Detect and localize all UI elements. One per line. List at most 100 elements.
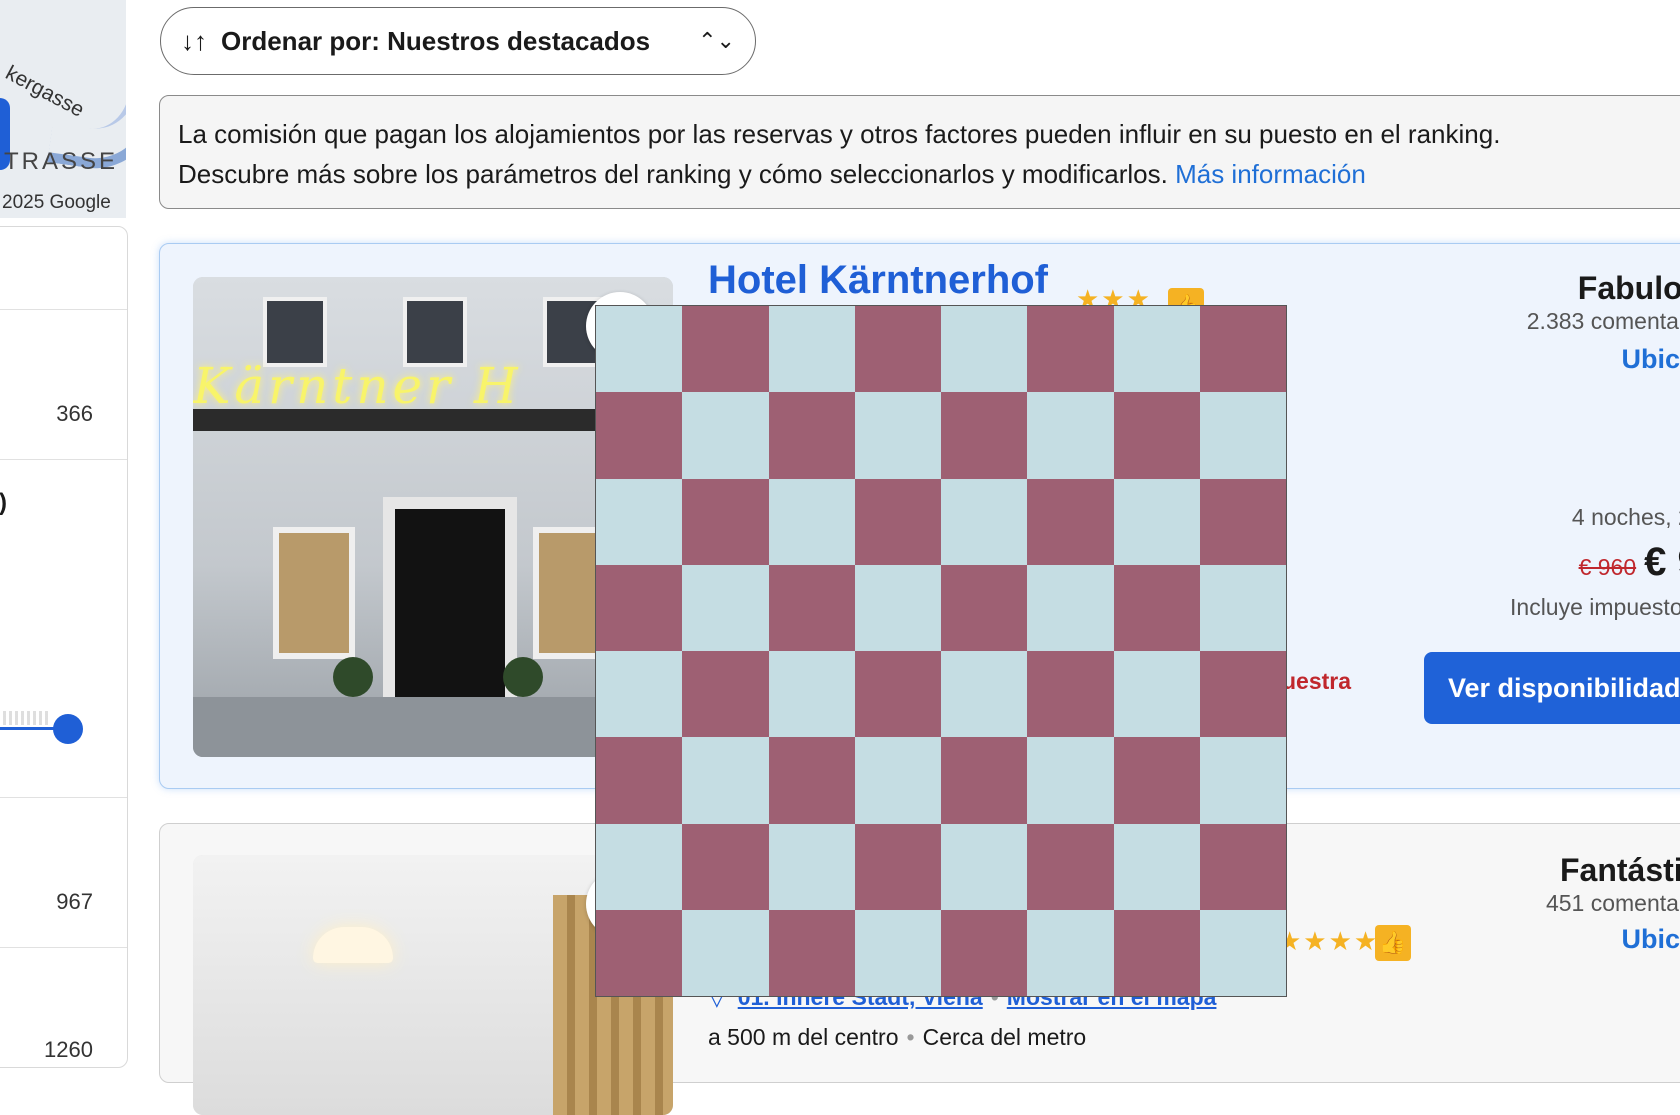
checker-cell bbox=[596, 737, 683, 824]
checker-cell bbox=[941, 909, 1028, 996]
checker-cell bbox=[854, 651, 941, 738]
filter-sidebar: 366 ) 967 1260 bbox=[0, 226, 128, 1068]
checker-cell bbox=[1027, 564, 1114, 651]
filter-count: 967 bbox=[56, 889, 93, 914]
location-score[interactable]: Ubicació bbox=[1621, 924, 1680, 955]
checker-cell bbox=[596, 306, 683, 393]
plant-pot bbox=[503, 657, 543, 697]
checker-cell bbox=[1027, 823, 1114, 910]
checker-cell bbox=[682, 478, 769, 565]
checker-cell bbox=[1027, 651, 1114, 738]
checker-cell bbox=[1113, 909, 1200, 996]
checker-cell bbox=[768, 737, 855, 824]
property-title[interactable]: Hotel Kärntnerhof bbox=[708, 258, 1048, 303]
checker-cell bbox=[854, 737, 941, 824]
checker-cell bbox=[596, 564, 683, 651]
deal-badge: uestra bbox=[1282, 668, 1352, 694]
thumbs-up-icon: 👍 bbox=[1375, 925, 1411, 961]
checker-cell bbox=[682, 651, 769, 738]
separator-dot: • bbox=[906, 1024, 915, 1050]
checker-cell bbox=[768, 651, 855, 738]
filter-count: 1260 bbox=[44, 1037, 93, 1062]
filter-divider bbox=[0, 459, 127, 460]
checker-cell bbox=[768, 564, 855, 651]
checker-cell bbox=[854, 392, 941, 479]
checker-cell bbox=[1027, 478, 1114, 565]
stay-duration: 4 noches, 2 a bbox=[1571, 504, 1680, 530]
checker-cell bbox=[1199, 306, 1286, 393]
checker-cell bbox=[1027, 392, 1114, 479]
checkerboard-overlay bbox=[595, 305, 1287, 997]
checker-cell bbox=[596, 909, 683, 996]
taxes-note: Incluye impuestos y bbox=[1510, 594, 1680, 620]
price-slider-handle[interactable] bbox=[53, 714, 83, 744]
notice-line-1: La comisión que pagan los alojamientos p… bbox=[178, 119, 1501, 149]
checker-cell bbox=[941, 478, 1028, 565]
star-rating: ★★★★ bbox=[1278, 926, 1380, 956]
checker-cell bbox=[941, 823, 1028, 910]
checker-cell bbox=[768, 478, 855, 565]
checker-cell bbox=[1199, 909, 1286, 996]
checker-cell bbox=[682, 564, 769, 651]
review-count: 2.383 comentarios bbox=[1526, 308, 1680, 334]
filter-divider bbox=[0, 947, 127, 948]
checker-cell bbox=[1113, 306, 1200, 393]
review-score-word: Fabuloso bbox=[1577, 270, 1680, 306]
checker-cell bbox=[941, 564, 1028, 651]
see-availability-button[interactable]: Ver disponibilidad bbox=[1424, 652, 1680, 724]
ceiling-lamp bbox=[313, 927, 393, 963]
checker-cell bbox=[854, 823, 941, 910]
notice-text: Descubre más sobre los parámetros del ra… bbox=[178, 159, 1168, 189]
review-count: 451 comentarios bbox=[1545, 890, 1680, 916]
checker-cell bbox=[854, 564, 941, 651]
sort-dropdown[interactable]: ↓↑ Ordenar por: Nuestros destacados ⌃⌄ bbox=[160, 7, 756, 75]
filter-count: 366 bbox=[56, 401, 93, 426]
original-price: € 960 bbox=[1578, 554, 1637, 580]
notice-line-2: Descubre más sobre los parámetros del ra… bbox=[178, 154, 1680, 194]
facade-window bbox=[273, 527, 355, 659]
price-row: € 960 € 91 bbox=[1579, 540, 1680, 585]
chevron-up-down-icon: ⌃⌄ bbox=[698, 28, 735, 53]
checker-cell bbox=[682, 909, 769, 996]
checker-cell bbox=[1199, 392, 1286, 479]
checker-cell bbox=[768, 823, 855, 910]
checker-cell bbox=[941, 737, 1028, 824]
checker-cell bbox=[596, 651, 683, 738]
plant-pot bbox=[333, 657, 373, 697]
distance-text: a 500 m del centro bbox=[708, 1024, 899, 1050]
review-score-word: Fantástico bbox=[1559, 852, 1680, 888]
checker-cell bbox=[1199, 478, 1286, 565]
ranking-notice: La comisión que pagan los alojamientos p… bbox=[159, 95, 1680, 209]
checker-cell bbox=[768, 909, 855, 996]
checker-cell bbox=[1113, 392, 1200, 479]
checker-cell bbox=[941, 392, 1028, 479]
checker-cell bbox=[1027, 306, 1114, 393]
checker-cell bbox=[1113, 737, 1200, 824]
current-price: € 91 bbox=[1644, 540, 1680, 584]
checker-cell bbox=[768, 392, 855, 479]
checker-cell bbox=[854, 909, 941, 996]
checker-cell bbox=[1199, 737, 1286, 824]
checker-cell bbox=[596, 392, 683, 479]
more-info-link[interactable]: Más información bbox=[1175, 159, 1366, 189]
metro-text: Cerca del metro bbox=[922, 1024, 1087, 1050]
filter-heading-fragment: ) bbox=[0, 489, 7, 517]
hotel-entrance bbox=[383, 497, 517, 721]
map-copyright: 2025 Google bbox=[2, 192, 111, 213]
location-score[interactable]: Ubicació bbox=[1621, 344, 1680, 375]
checker-cell bbox=[1113, 823, 1200, 910]
price-histogram bbox=[0, 711, 51, 725]
map-preview[interactable]: kergasse TRASSE 2025 Google bbox=[0, 0, 126, 218]
checker-cell bbox=[1199, 564, 1286, 651]
sort-arrows-icon: ↓↑ bbox=[181, 25, 207, 56]
checker-cell bbox=[1027, 909, 1114, 996]
map-street-label-large: TRASSE bbox=[4, 148, 119, 175]
checker-cell bbox=[768, 306, 855, 393]
checker-cell bbox=[682, 392, 769, 479]
filter-divider bbox=[0, 797, 127, 798]
checker-cell bbox=[854, 478, 941, 565]
sort-label: Ordenar por: Nuestros destacados bbox=[221, 25, 651, 56]
checker-cell bbox=[682, 306, 769, 393]
checker-cell bbox=[682, 823, 769, 910]
checker-cell bbox=[596, 478, 683, 565]
